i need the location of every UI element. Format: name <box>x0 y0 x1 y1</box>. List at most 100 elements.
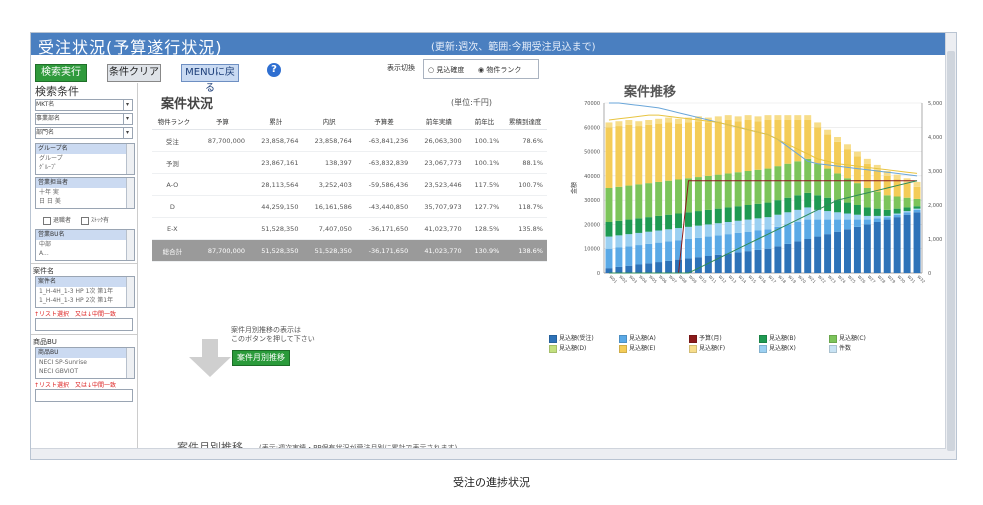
vertical-scrollbar[interactable] <box>945 33 956 459</box>
scrollbar[interactable] <box>126 144 134 174</box>
list-item[interactable]: ｸﾞﾙｰﾌﾟ <box>36 163 134 172</box>
bar-segment <box>804 158 812 193</box>
sales-rep-list-header: 営業担当者 <box>36 178 134 188</box>
column-header: 前年実績 <box>412 113 466 130</box>
x-tick-label: W10 <box>698 274 708 284</box>
horizontal-scrollbar[interactable] <box>31 448 946 459</box>
table-cell: 予測 <box>152 151 196 174</box>
scrollbar[interactable] <box>126 230 134 260</box>
bar-segment <box>754 249 762 273</box>
table-cell: 51,528,350 <box>249 239 303 262</box>
division-select[interactable]: 事業部名 ▾ <box>35 113 133 125</box>
list-item[interactable]: A... <box>36 249 134 258</box>
bar-segment <box>734 121 742 173</box>
list-item[interactable]: 1_H-4H_1-3 HP 2次 第1年 <box>36 296 134 305</box>
bar-segment <box>665 260 673 273</box>
table-cell: 51,528,350 <box>249 217 303 240</box>
x-tick-label: W08 <box>678 274 688 284</box>
table-cell: 51,528,350 <box>302 239 356 262</box>
bar-segment <box>724 222 732 235</box>
bar-segment <box>724 120 732 174</box>
x-tick-label: W24 <box>837 274 847 284</box>
sales-rep-listbox[interactable]: 営業担当者 十年 実 日 日 美 <box>35 177 135 209</box>
x-tick-label: W31 <box>906 274 916 284</box>
scrollbar[interactable] <box>126 178 134 208</box>
list-item[interactable]: 十年 実 <box>36 188 134 197</box>
table-row: 予測 23,867,161 138,397 -63,832,839 23,067,773… <box>152 151 547 174</box>
bar-segment <box>605 122 613 128</box>
bar-segment <box>873 208 881 216</box>
bar-segment <box>645 217 653 232</box>
bar-segment <box>665 241 673 261</box>
bar-segment <box>863 207 871 216</box>
bar-segment <box>615 186 623 221</box>
bar-segment <box>913 212 921 273</box>
list-item[interactable]: 日 日 美 <box>36 197 134 206</box>
bar-segment <box>883 219 891 273</box>
legend-item: 件数 <box>829 343 851 353</box>
scrollbar-thumb[interactable] <box>947 51 955 451</box>
radio-probability[interactable]: ○ 見込確度 <box>428 65 464 75</box>
clear-conditions-button[interactable]: 条件クリア <box>107 64 161 82</box>
bar-segment <box>605 188 613 222</box>
legend-label: 見込額(D) <box>559 345 587 352</box>
bar-segment <box>863 224 871 273</box>
x-tick-label: W22 <box>817 274 827 284</box>
trend-chart: 0 10000 20000 30000 40000 50000 60000 70000 0 1,0… <box>570 101 942 284</box>
monthly-trend-button[interactable]: 案件月別推移 <box>232 350 290 366</box>
table-cell: 16,161,586 <box>302 195 356 218</box>
bar-segment <box>645 263 653 273</box>
radio-rank[interactable]: ◉ 物件ランク <box>478 65 521 75</box>
bar-segment <box>635 218 643 233</box>
legend-label: 見込額(E) <box>629 345 656 352</box>
y-tick-label: 30000 <box>584 198 600 204</box>
stock-checkbox[interactable]: ｽﾄｯｸ有 <box>81 215 109 225</box>
legend-swatch <box>619 334 627 343</box>
product-listbox[interactable]: 商品BU NECI SP-Sunrise NECI GBVIOT <box>35 347 135 379</box>
list-item[interactable]: NECI SP-Sunrise <box>36 358 134 367</box>
status-table: 物件ランク 予算 累計 内訳 予算差 前年実績 前年比 累積到達度 受注 87,700,000 2… <box>152 113 547 262</box>
list-item[interactable]: 中部 <box>36 240 134 249</box>
table-row: 受注 87,700,000 23,858,764 23,858,764 -63,841,… <box>152 129 547 152</box>
bar-segment <box>824 219 832 235</box>
legend-label: 見込額(B) <box>769 335 796 342</box>
list-item[interactable]: NECI GBVIOT <box>36 367 134 376</box>
bar-segment <box>913 206 921 209</box>
stock-checkbox-label: ｽﾄｯｸ有 <box>91 217 110 224</box>
group-listbox[interactable]: グループ名 グループ ｸﾞﾙｰﾌﾟ <box>35 143 135 175</box>
retired-checkbox[interactable]: 退職者 <box>43 215 71 225</box>
checkbox-icon <box>81 216 89 225</box>
scrollbar[interactable] <box>126 277 134 307</box>
scrollbar[interactable] <box>126 348 134 378</box>
bar-segment <box>665 117 673 123</box>
display-switch-radio: ○ 見込確度 ◉ 物件ランク <box>423 59 539 79</box>
bar-segment <box>883 209 891 216</box>
case-listbox[interactable]: 案件名 1_H-4H_1-3 HP 1次 第1年 1_H-4H_1-3 HP 2… <box>35 276 135 308</box>
table-cell: -63,832,839 <box>355 151 413 174</box>
x-tick-label: W07 <box>668 274 678 284</box>
bu-listbox[interactable]: 営業BU名 中部 A... <box>35 229 135 261</box>
menu-back-button[interactable]: MENUに戻る <box>181 64 239 94</box>
chevron-down-icon: ▾ <box>123 114 131 124</box>
list-item[interactable]: グループ <box>36 154 134 163</box>
x-tick-label: W28 <box>877 274 887 284</box>
search-button[interactable]: 検索実行 <box>35 64 87 82</box>
bar-segment <box>684 212 692 227</box>
department-select[interactable]: 部門名 ▾ <box>35 127 133 139</box>
case-search-input[interactable] <box>35 318 133 331</box>
table-cell: -36,171,650 <box>355 217 413 240</box>
bar-segment <box>873 215 881 219</box>
table-row: 総合計 87,700,000 51,528,350 51,528,350 -36,171… <box>152 239 547 262</box>
y2-tick-label: 2,000 <box>928 203 942 209</box>
bar-segment <box>873 218 881 222</box>
product-search-input[interactable] <box>35 389 133 402</box>
list-item[interactable]: 1_H-4H_1-3 HP 1次 第1年 <box>36 287 134 296</box>
bar-segment <box>744 115 752 120</box>
help-icon[interactable]: ? <box>267 63 281 77</box>
bar-segment <box>903 207 911 212</box>
bar-segment <box>834 141 842 174</box>
bar-segment <box>665 229 673 242</box>
bar-segment <box>804 219 812 239</box>
mkt-select[interactable]: MKT名 ▾ <box>35 99 133 111</box>
x-tick-label: W26 <box>857 274 867 284</box>
